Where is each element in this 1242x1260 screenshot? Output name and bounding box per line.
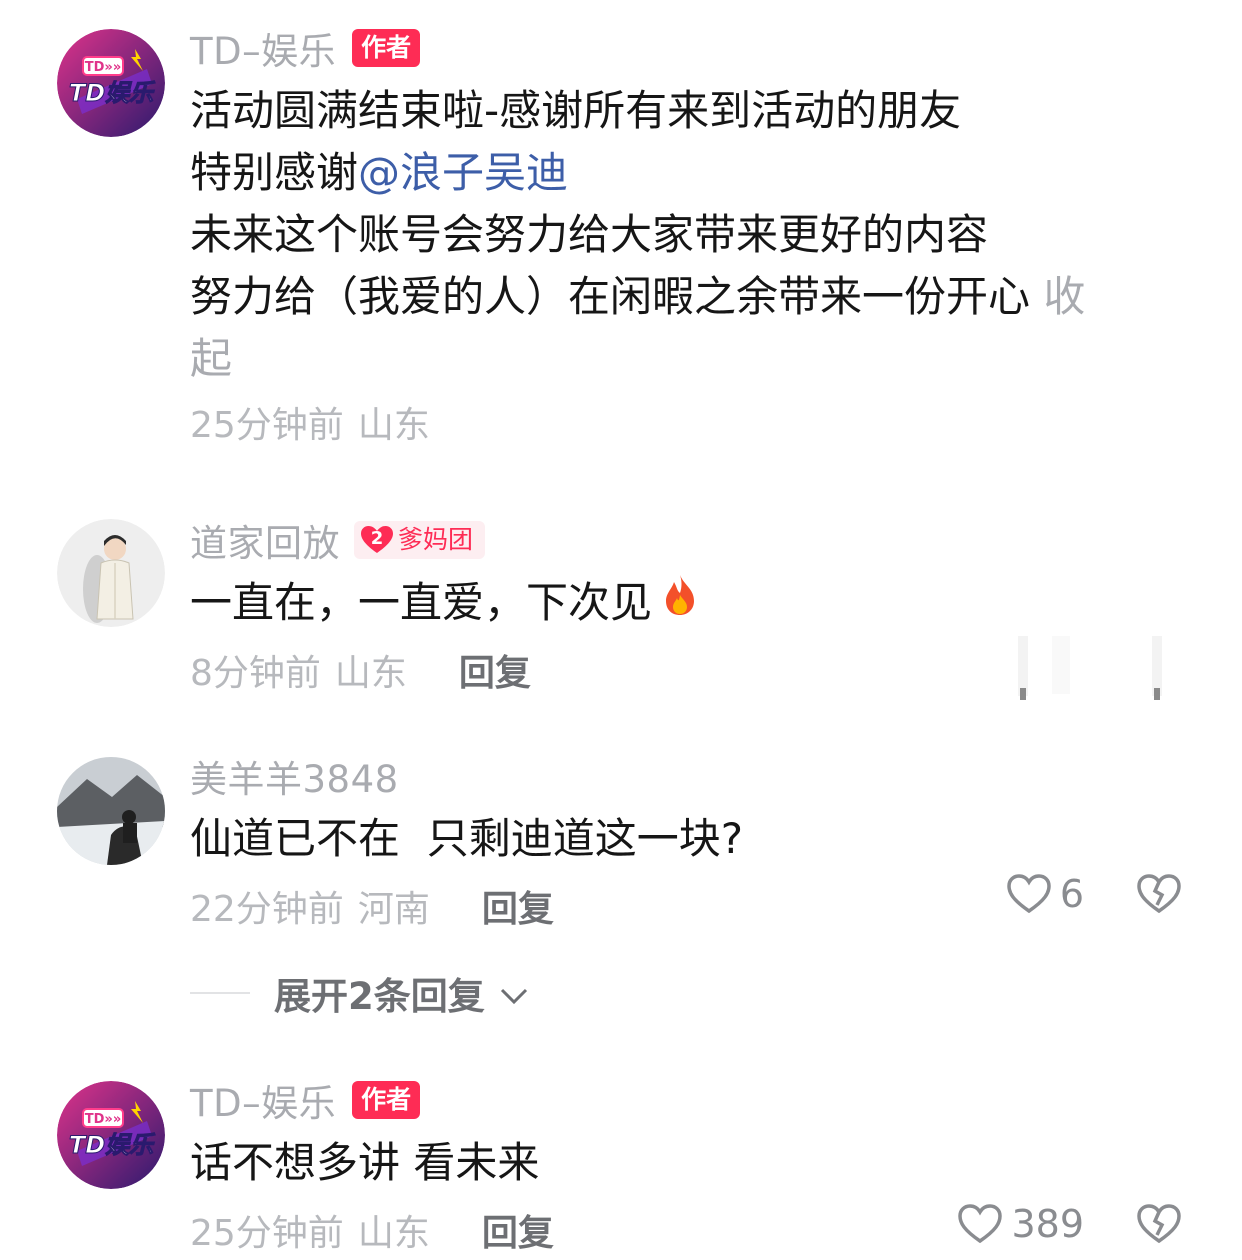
fire-icon — [660, 572, 700, 634]
svg-text:TD»»: TD»» — [85, 60, 121, 75]
svg-text:TD娱乐: TD娱乐 — [69, 79, 156, 107]
username[interactable]: TD–娱乐 — [190, 1073, 336, 1127]
timestamp: 25分钟前 — [190, 1213, 344, 1254]
reply-button[interactable]: 回复 — [482, 880, 554, 932]
comment-text: 话不想多讲 看未来 — [190, 1138, 540, 1187]
comment-text: 仙道已不在 只剩迪道这一块? — [190, 814, 743, 863]
location: 山东 — [357, 1213, 430, 1254]
like-count: 389 — [1011, 1202, 1084, 1246]
loading-indicator — [1012, 632, 1172, 704]
location: 山东 — [334, 653, 407, 694]
fan-group-badge: 2 爹妈团 — [354, 521, 486, 559]
timestamp: 22分钟前 — [190, 889, 344, 930]
reply-button[interactable]: 回复 — [459, 644, 531, 696]
username[interactable]: 美羊羊3848 — [190, 749, 399, 803]
expand-replies[interactable]: 展开2条回复 — [190, 966, 529, 1020]
username[interactable]: TD–娱乐 — [190, 21, 336, 75]
location: 河南 — [357, 889, 430, 930]
comment-text: 一直在，一直爱，下次见 — [190, 572, 1182, 634]
heart-icon: 2 — [360, 525, 394, 555]
timestamp: 8分钟前 — [190, 653, 321, 694]
author-badge: 作者 — [352, 1081, 421, 1119]
avatar-meiyangyang[interactable] — [57, 757, 165, 865]
username[interactable]: 道家回放 — [190, 513, 340, 567]
comment-text: 活动圆满结束啦-感谢所有来到活动的朋友 特别感谢@浪子吴迪 未来这个账号会努力给… — [190, 80, 1182, 390]
chevron-down-icon — [499, 972, 529, 1015]
svg-text:TD»»: TD»» — [85, 1112, 121, 1127]
dislike-button[interactable] — [1136, 1203, 1182, 1245]
divider — [190, 992, 250, 994]
author-badge: 作者 — [352, 29, 421, 67]
like-count: 6 — [1059, 872, 1084, 916]
like-button[interactable]: 6 — [1006, 872, 1084, 916]
timestamp: 25分钟前 — [190, 405, 344, 446]
collapse-link[interactable]: 收 — [1043, 272, 1085, 321]
mention-link[interactable]: @浪子吴迪 — [358, 148, 568, 197]
avatar-daojia[interactable] — [57, 519, 165, 627]
svg-text:TD娱乐: TD娱乐 — [69, 1131, 156, 1159]
avatar-td-entertainment[interactable]: TD»» TD娱乐 — [57, 1081, 165, 1189]
location: 山东 — [357, 405, 430, 446]
like-button[interactable]: 389 — [957, 1202, 1084, 1246]
broken-heart-icon — [1136, 1203, 1182, 1245]
heart-outline-icon — [1006, 873, 1052, 915]
collapse-link-cont[interactable]: 起 — [190, 328, 1182, 390]
heart-outline-icon — [957, 1203, 1003, 1245]
dislike-button[interactable] — [1136, 873, 1182, 915]
reply-button[interactable]: 回复 — [482, 1204, 554, 1256]
broken-heart-icon — [1136, 873, 1182, 915]
avatar-td-entertainment[interactable]: TD»» TD娱乐 — [57, 29, 165, 137]
